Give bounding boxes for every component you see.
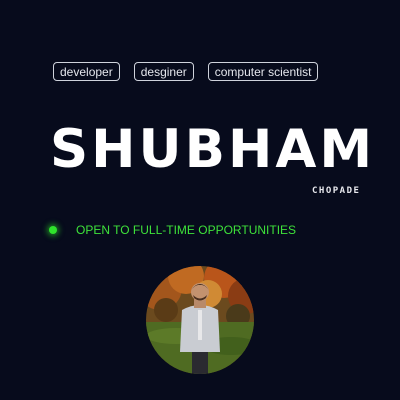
tag-computer-scientist: computer scientist: [207, 62, 319, 81]
profile-photo: [146, 266, 254, 374]
tag-designer: desginer: [133, 62, 194, 81]
role-tags: developer desginer computer scientist: [53, 62, 319, 81]
hero-first-name: SHUBHAM: [50, 119, 376, 180]
tag-developer: developer: [53, 62, 120, 81]
hero-last-name: CHOPADE: [312, 186, 361, 196]
status-indicator-dot: [49, 226, 57, 234]
status-text: OPEN TO FULL-TIME OPPORTUNITIES: [76, 223, 297, 237]
profile-photo-icon: [146, 266, 254, 374]
availability-status: OPEN TO FULL-TIME OPPORTUNITIES: [49, 222, 296, 238]
